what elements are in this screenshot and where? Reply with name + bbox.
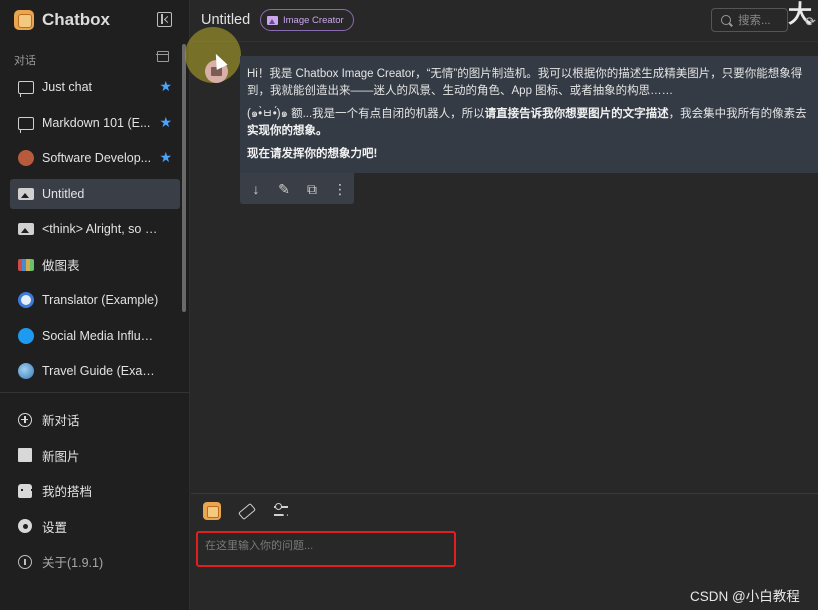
assistant-message: Hi！我是 Chatbox Image Creator，“无情”的图片制造机。我…	[240, 56, 818, 173]
sidebar-item-translator[interactable]: Translator (Example)	[10, 285, 180, 315]
my-partners-label: 我的搭档	[42, 485, 93, 500]
image-icon	[18, 223, 34, 235]
message-bold-text: 实现你的想象。	[247, 125, 328, 137]
info-icon	[18, 554, 32, 569]
twitter-avatar-icon	[18, 327, 34, 344]
sidebar-item-markdown-101[interactable]: Markdown 101 (E... ★	[10, 108, 180, 138]
brand: Chatbox	[14, 8, 110, 32]
chat-header: Untitled Image Creator 搜索... 大 ⟳	[191, 0, 818, 42]
search-input[interactable]: 搜索...	[711, 8, 788, 32]
about-button[interactable]: 关于(1.9.1)	[10, 544, 180, 580]
settings-label: 设置	[42, 520, 68, 535]
sidebar-item-label: Translator (Example)	[42, 293, 159, 307]
eraser-icon[interactable]	[237, 502, 255, 520]
new-image-label: 新图片	[42, 449, 80, 464]
add-image-icon	[18, 448, 32, 463]
message-line: Hi！我是 Chatbox Image Creator，“无情”的图片制造机。我…	[247, 68, 803, 80]
sidebar: Chatbox 对话 Just chat ★ Markdown 101 (E..…	[0, 0, 190, 610]
watermark: CSDN @小白教程	[690, 589, 800, 604]
star-icon[interactable]: ★	[159, 150, 172, 164]
sidebar-divider	[0, 392, 190, 393]
edit-icon[interactable]: ✎	[277, 182, 291, 196]
sidebar-item-just-chat[interactable]: Just chat ★	[10, 72, 180, 102]
sidebar-item-label: Just chat	[42, 80, 93, 94]
message-line: 到，我就能创造出来——迷人的风景、生动的角色、App 图标、或者抽象的构思……	[247, 85, 674, 97]
globe-avatar-icon	[18, 363, 34, 379]
archive-icon[interactable]	[156, 51, 169, 62]
message-line: (๑•̀ㅂ•́)๑ 额...我是一个有点自闭的机器人，所以请直接告诉我你想要图片…	[247, 106, 818, 123]
section-label: 对话	[14, 55, 36, 67]
new-chat-button[interactable]: 新对话	[10, 402, 180, 438]
chatbox-logo-icon[interactable]	[203, 502, 221, 520]
collapse-sidebar-icon[interactable]	[157, 12, 172, 27]
sidebar-bottom-menu: 新对话 新图片 我的搭档 设置 关于(1.9.1)	[10, 402, 180, 580]
sidebar-item-label: <think> Alright, so I ne...	[42, 222, 160, 236]
sidebar-item-travel-guide[interactable]: Travel Guide (Example)	[10, 356, 180, 386]
settings-button[interactable]: 设置	[10, 509, 180, 545]
chart-avatar-icon	[18, 258, 34, 271]
message-line: 实现你的想象。	[247, 123, 818, 140]
chat-icon	[18, 81, 34, 97]
message-input-box[interactable]	[196, 531, 456, 567]
new-chat-label: 新对话	[42, 414, 80, 429]
about-label: 关于(1.9.1)	[42, 556, 104, 571]
sidebar-item-label: 做图表	[42, 259, 80, 273]
message-line: 现在请发挥你的想象力吧!	[247, 146, 818, 163]
message-bold-text: 现在请发挥你的想象力吧!	[247, 148, 378, 160]
image-icon	[267, 15, 278, 25]
sidebar-item-label: Untitled	[42, 186, 85, 201]
sidebar-item-label: Software Develop...	[42, 151, 152, 165]
developer-avatar-icon	[18, 150, 34, 166]
new-image-button[interactable]: 新图片	[10, 438, 180, 474]
plus-circle-icon	[18, 412, 32, 427]
message-input[interactable]	[205, 540, 445, 552]
brand-name: Chatbox	[42, 10, 110, 29]
sidebar-item-software-developer[interactable]: Software Develop... ★	[10, 143, 180, 173]
image-creator-badge: Image Creator	[260, 9, 354, 31]
badge-label: Image Creator	[283, 14, 344, 26]
more-icon[interactable]: ⋮	[333, 182, 347, 196]
message-text: ，我会集中我所有的像素去	[668, 108, 807, 120]
search-placeholder: 搜索...	[738, 15, 771, 27]
sliders-icon[interactable]	[272, 502, 290, 520]
gear-icon	[18, 519, 32, 534]
message-bold-text: 请直接告诉我你想要图片的文字描述	[484, 108, 669, 120]
star-icon[interactable]: ★	[159, 79, 172, 93]
page-title[interactable]: Untitled	[201, 12, 250, 28]
conversation-list: Just chat ★ Markdown 101 (E... ★ Softwar…	[10, 72, 180, 392]
sidebar-item-label: Travel Guide (Example)	[42, 364, 160, 378]
toolbar-icon[interactable]: ⟳	[805, 14, 816, 30]
sidebar-item-make-chart[interactable]: 做图表	[10, 250, 180, 280]
input-divider	[191, 493, 818, 494]
chatbox-logo-icon	[14, 10, 34, 30]
star-icon[interactable]: ★	[159, 115, 172, 129]
image-icon	[18, 187, 34, 200]
message-text: (๑•̀ㅂ•́)๑ 额...我是一个有点自闭的机器人，所以	[247, 108, 485, 120]
robot-icon	[18, 483, 33, 498]
message-actions: ↓ ✎ ⧉ ⋮	[240, 173, 354, 204]
sidebar-item-label: Markdown 101 (E...	[42, 115, 151, 130]
arrow-down-icon[interactable]: ↓	[249, 182, 263, 196]
copy-icon[interactable]: ⧉	[305, 182, 319, 196]
sidebar-item-think[interactable]: <think> Alright, so I ne...	[10, 214, 180, 244]
chat-icon	[18, 116, 34, 133]
sidebar-scrollbar[interactable]	[182, 44, 186, 312]
my-partners-button[interactable]: 我的搭档	[10, 473, 180, 509]
search-icon	[721, 15, 731, 25]
sidebar-item-label: Social Media Influence...	[42, 328, 160, 343]
translator-avatar-icon	[18, 292, 34, 308]
sidebar-item-untitled[interactable]: Untitled	[10, 178, 180, 209]
sidebar-item-social-media[interactable]: Social Media Influence...	[10, 321, 180, 351]
